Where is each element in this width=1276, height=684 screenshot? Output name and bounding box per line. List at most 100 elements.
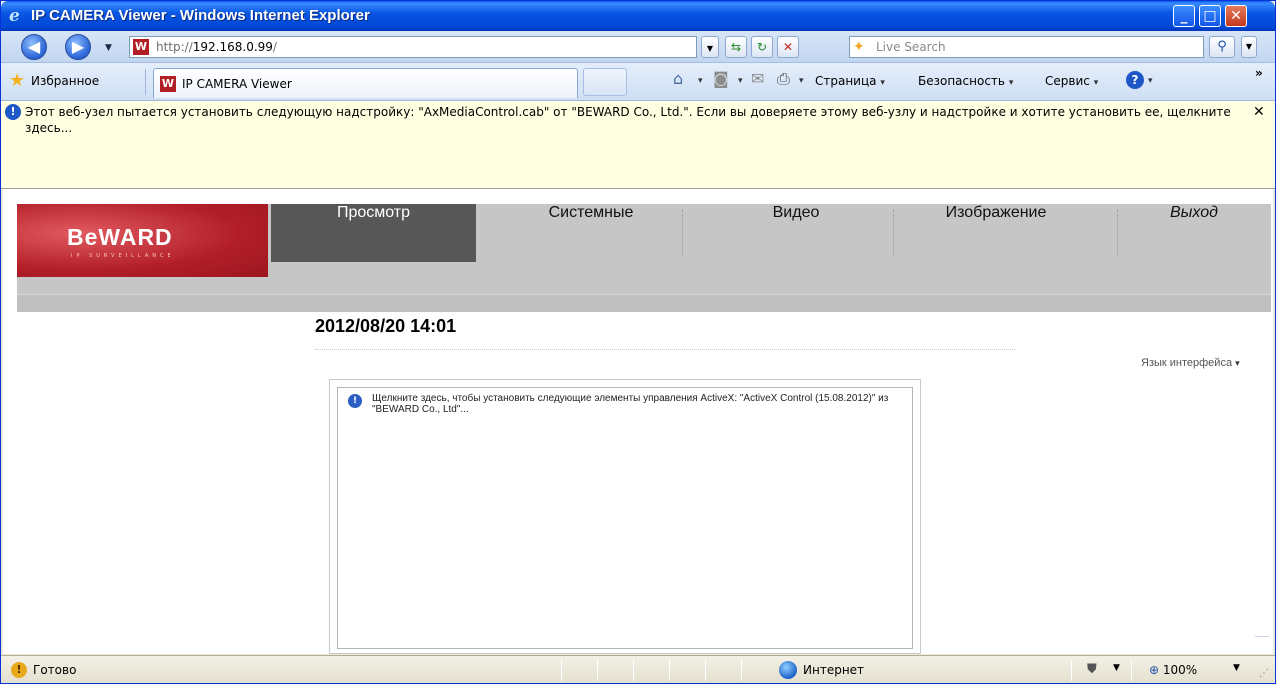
- search-input[interactable]: ✦ Live Search: [849, 36, 1204, 58]
- information-bar-text[interactable]: Этот веб-узел пытается установить следую…: [25, 104, 1235, 136]
- zoom-icon: ⊕: [1149, 663, 1160, 677]
- site-favicon-icon: W: [160, 76, 176, 92]
- window-title: IP CAMERA Viewer - Windows Internet Expl…: [31, 7, 370, 24]
- activex-placeholder[interactable]: ! Щелкните здесь, чтобы установить следу…: [337, 387, 913, 649]
- status-divider: [705, 659, 706, 681]
- status-divider: [1071, 659, 1072, 681]
- info-shield-icon: !: [5, 104, 21, 120]
- chevron-down-icon: ▼: [706, 44, 714, 53]
- stop-button[interactable]: ✕: [777, 36, 799, 58]
- zoom-value: 100%: [1162, 663, 1198, 677]
- address-path: /: [272, 40, 277, 54]
- print-icon[interactable]: ⎙: [777, 70, 790, 88]
- page-content: BeWARD IP SURVEILLANCE Просмотр Системны…: [3, 189, 1273, 654]
- address-url[interactable]: http://192.168.0.99/: [156, 40, 277, 54]
- address-bar[interactable]: W http://192.168.0.99/: [129, 36, 697, 58]
- favorites-button[interactable]: Избранное: [31, 74, 99, 88]
- tab-label: IP CAMERA Viewer: [182, 77, 292, 91]
- address-toolbar: ◀ ▶ ▼ W http://192.168.0.99/ ▼ ⇆ ↻ ✕ ✦ L…: [1, 31, 1275, 63]
- chevron-down-icon: ▾: [1008, 78, 1014, 88]
- address-scheme: http://: [156, 40, 193, 54]
- search-options-button[interactable]: ▼: [1241, 36, 1257, 58]
- language-label: Язык интерфейса: [1141, 357, 1233, 369]
- status-divider: [669, 659, 670, 681]
- nav-band-lower: [17, 294, 1271, 312]
- status-divider: [633, 659, 634, 681]
- nav-video[interactable]: Видео: [706, 204, 886, 262]
- refresh-icon: ↻: [756, 40, 768, 54]
- chevron-down-icon: ▾: [1093, 78, 1099, 88]
- chevron-down-icon[interactable]: ▼: [1113, 663, 1120, 673]
- refresh-button[interactable]: ↻: [751, 36, 773, 58]
- tools-menu[interactable]: Сервис ▾: [1045, 74, 1098, 88]
- beward-logo: BeWARD IP SURVEILLANCE: [17, 204, 268, 277]
- favorites-star-icon[interactable]: ★: [9, 72, 25, 90]
- status-text: Готово: [33, 663, 77, 677]
- logo-text: BeWARD: [67, 224, 173, 250]
- browser-window: e IP CAMERA Viewer - Windows Internet Ex…: [0, 0, 1276, 684]
- status-divider: [1131, 659, 1132, 681]
- favorites-tab-bar: ★ Избранное W IP CAMERA Viewer ⌂ ▾ ◙ ▾ ✉…: [1, 63, 1275, 101]
- logo-subtext: IP SURVEILLANCE: [71, 253, 175, 259]
- page-menu[interactable]: Страница ▾: [815, 74, 885, 88]
- search-button[interactable]: ⚲: [1209, 36, 1235, 58]
- compat-icon: ⇆: [730, 40, 742, 54]
- information-bar[interactable]: ! Этот веб-узел пытается установить след…: [1, 101, 1275, 189]
- divider: [315, 349, 1015, 350]
- live-search-icon: ✦: [853, 39, 865, 55]
- security-zone[interactable]: Интернет: [803, 663, 864, 677]
- chevron-down-icon: ▾: [1235, 358, 1240, 368]
- site-favicon-icon: W: [133, 39, 149, 55]
- activex-shield-icon: !: [348, 394, 362, 408]
- divider: [145, 69, 146, 95]
- address-host: 192.168.0.99: [192, 40, 273, 54]
- camera-nav-band: BeWARD IP SURVEILLANCE Просмотр Системны…: [17, 204, 1271, 312]
- close-icon[interactable]: ✕: [1253, 104, 1265, 120]
- protected-mode-icon[interactable]: ⛊: [1087, 662, 1097, 677]
- scrollbar-track[interactable]: [1255, 636, 1269, 637]
- back-button[interactable]: ◀: [21, 34, 47, 60]
- new-tab-button[interactable]: [583, 68, 627, 96]
- title-bar[interactable]: e IP CAMERA Viewer - Windows Internet Ex…: [1, 1, 1275, 31]
- zoom-dropdown-icon[interactable]: ▼: [1233, 663, 1240, 673]
- help-icon[interactable]: ?: [1126, 71, 1144, 89]
- nav-divider: [682, 210, 683, 256]
- history-dropdown-icon[interactable]: ▼: [105, 43, 112, 53]
- language-selector[interactable]: Язык интерфейса ▾: [1141, 357, 1240, 369]
- toolbar-overflow-icon[interactable]: »: [1255, 66, 1263, 80]
- ie-logo-icon: e: [9, 6, 20, 26]
- minimize-button[interactable]: _: [1173, 5, 1195, 27]
- search-placeholder: Live Search: [876, 40, 946, 54]
- status-divider: [741, 659, 742, 681]
- nav-system[interactable]: Системные: [476, 204, 706, 262]
- help-dropdown-icon[interactable]: ▾: [1148, 76, 1153, 86]
- zoom-level[interactable]: ⊕ 100%: [1149, 663, 1197, 677]
- page-menu-label: Страница: [815, 74, 877, 88]
- search-icon: ⚲: [1217, 39, 1227, 54]
- status-bar: ! Готово Интернет ⛊ ▼ ⊕ 100% ▼ ⋰: [1, 655, 1275, 683]
- nav-view[interactable]: Просмотр: [271, 204, 476, 262]
- activex-install-message[interactable]: Щелкните здесь, чтобы установить следующ…: [372, 393, 912, 415]
- compatibility-view-button[interactable]: ⇆: [725, 36, 747, 58]
- internet-zone-icon: [779, 661, 797, 679]
- safety-menu[interactable]: Безопасность ▾: [918, 74, 1013, 88]
- status-divider: [561, 659, 562, 681]
- forward-button[interactable]: ▶: [65, 34, 91, 60]
- tab-ip-camera-viewer[interactable]: W IP CAMERA Viewer: [153, 68, 578, 98]
- video-frame: ! Щелкните здесь, чтобы установить следу…: [329, 379, 921, 654]
- nav-image[interactable]: Изображение: [886, 204, 1106, 262]
- safety-menu-label: Безопасность: [918, 74, 1005, 88]
- page-error-icon: !: [11, 662, 27, 678]
- nav-logout[interactable]: Выход: [1117, 204, 1271, 262]
- maximize-button[interactable]: □: [1199, 5, 1221, 27]
- home-icon[interactable]: ⌂: [673, 70, 683, 88]
- close-window-button[interactable]: ✕: [1225, 5, 1247, 27]
- stop-icon: ✕: [782, 40, 794, 54]
- address-dropdown-button[interactable]: ▼: [701, 36, 719, 58]
- feeds-dropdown-icon[interactable]: ▾: [738, 76, 743, 86]
- feeds-icon[interactable]: ◙: [713, 70, 729, 88]
- home-dropdown-icon[interactable]: ▾: [698, 76, 703, 86]
- mail-icon[interactable]: ✉: [751, 70, 764, 88]
- resize-grip-icon[interactable]: ⋰: [1259, 668, 1269, 679]
- print-dropdown-icon[interactable]: ▾: [799, 76, 804, 86]
